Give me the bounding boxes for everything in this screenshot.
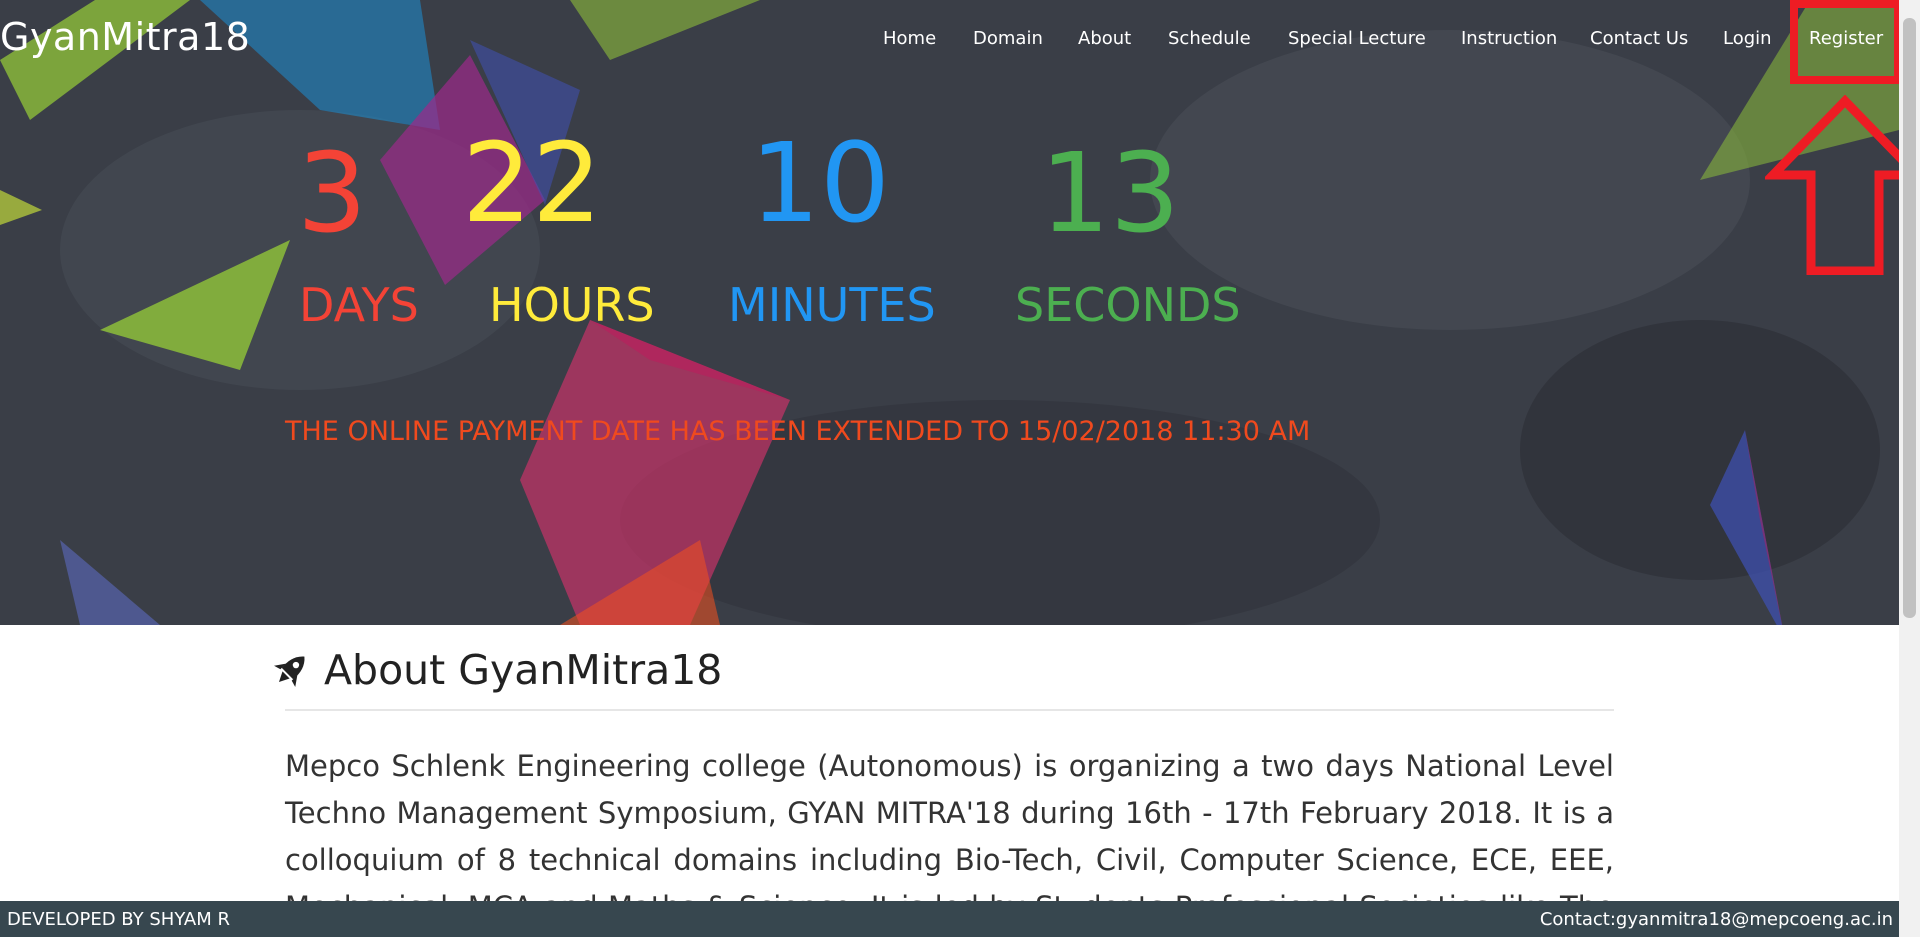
page-scrollbar[interactable] <box>1899 0 1920 937</box>
nav-contact-us[interactable]: Contact Us <box>1590 28 1688 49</box>
payment-notice: THE ONLINE PAYMENT DATE HAS BEEN EXTENDE… <box>285 416 1311 447</box>
countdown-hours-label: HOURS <box>489 278 655 332</box>
footer-contact[interactable]: Contact:gyanmitra18@mepcoeng.ac.in <box>1540 909 1893 930</box>
annotation-highlight-box <box>1790 0 1902 84</box>
about-line: Mepco Schlenk Engineering college (Auton… <box>285 749 1614 783</box>
nav-login[interactable]: Login <box>1723 28 1772 49</box>
footer-developer: DEVELOPED BY SHYAM R <box>7 909 230 930</box>
countdown-seconds-value: 13 <box>1040 129 1180 257</box>
countdown-minutes-label: MINUTES <box>728 278 936 332</box>
about-line: Techno Management Symposium, GYAN MITRA'… <box>285 796 1614 830</box>
annotation-arrow-icon <box>1765 95 1920 275</box>
countdown-minutes-value: 10 <box>750 119 890 247</box>
hero-background-image <box>0 0 1899 625</box>
footer-bar: DEVELOPED BY SHYAM R Contact:gyanmitra18… <box>0 901 1899 937</box>
about-content-viewport: Mepco Schlenk Engineering college (Auton… <box>0 625 1899 901</box>
nav-domain[interactable]: Domain <box>973 28 1043 49</box>
nav-special-lecture[interactable]: Special Lecture <box>1288 28 1426 49</box>
about-line: colloquium of 8 technical domains includ… <box>285 843 1614 877</box>
countdown-hours-value: 22 <box>462 119 602 247</box>
countdown-days-value: 3 <box>297 129 367 257</box>
nav-home[interactable]: Home <box>883 28 936 49</box>
countdown-days-label: DAYS <box>299 278 419 332</box>
countdown-seconds-label: SECONDS <box>1015 278 1241 332</box>
about-paragraph: Mepco Schlenk Engineering college (Auton… <box>285 743 1614 901</box>
nav-about[interactable]: About <box>1078 28 1131 49</box>
hero-banner: GyanMitra18 Home Domain About Schedule S… <box>0 0 1899 625</box>
brand-logo[interactable]: GyanMitra18 <box>0 15 250 59</box>
scrollbar-thumb[interactable] <box>1903 18 1916 618</box>
nav-instruction[interactable]: Instruction <box>1461 28 1557 49</box>
nav-schedule[interactable]: Schedule <box>1168 28 1251 49</box>
about-line: Mechanical, MCA and Maths & Science. It … <box>285 884 1614 901</box>
